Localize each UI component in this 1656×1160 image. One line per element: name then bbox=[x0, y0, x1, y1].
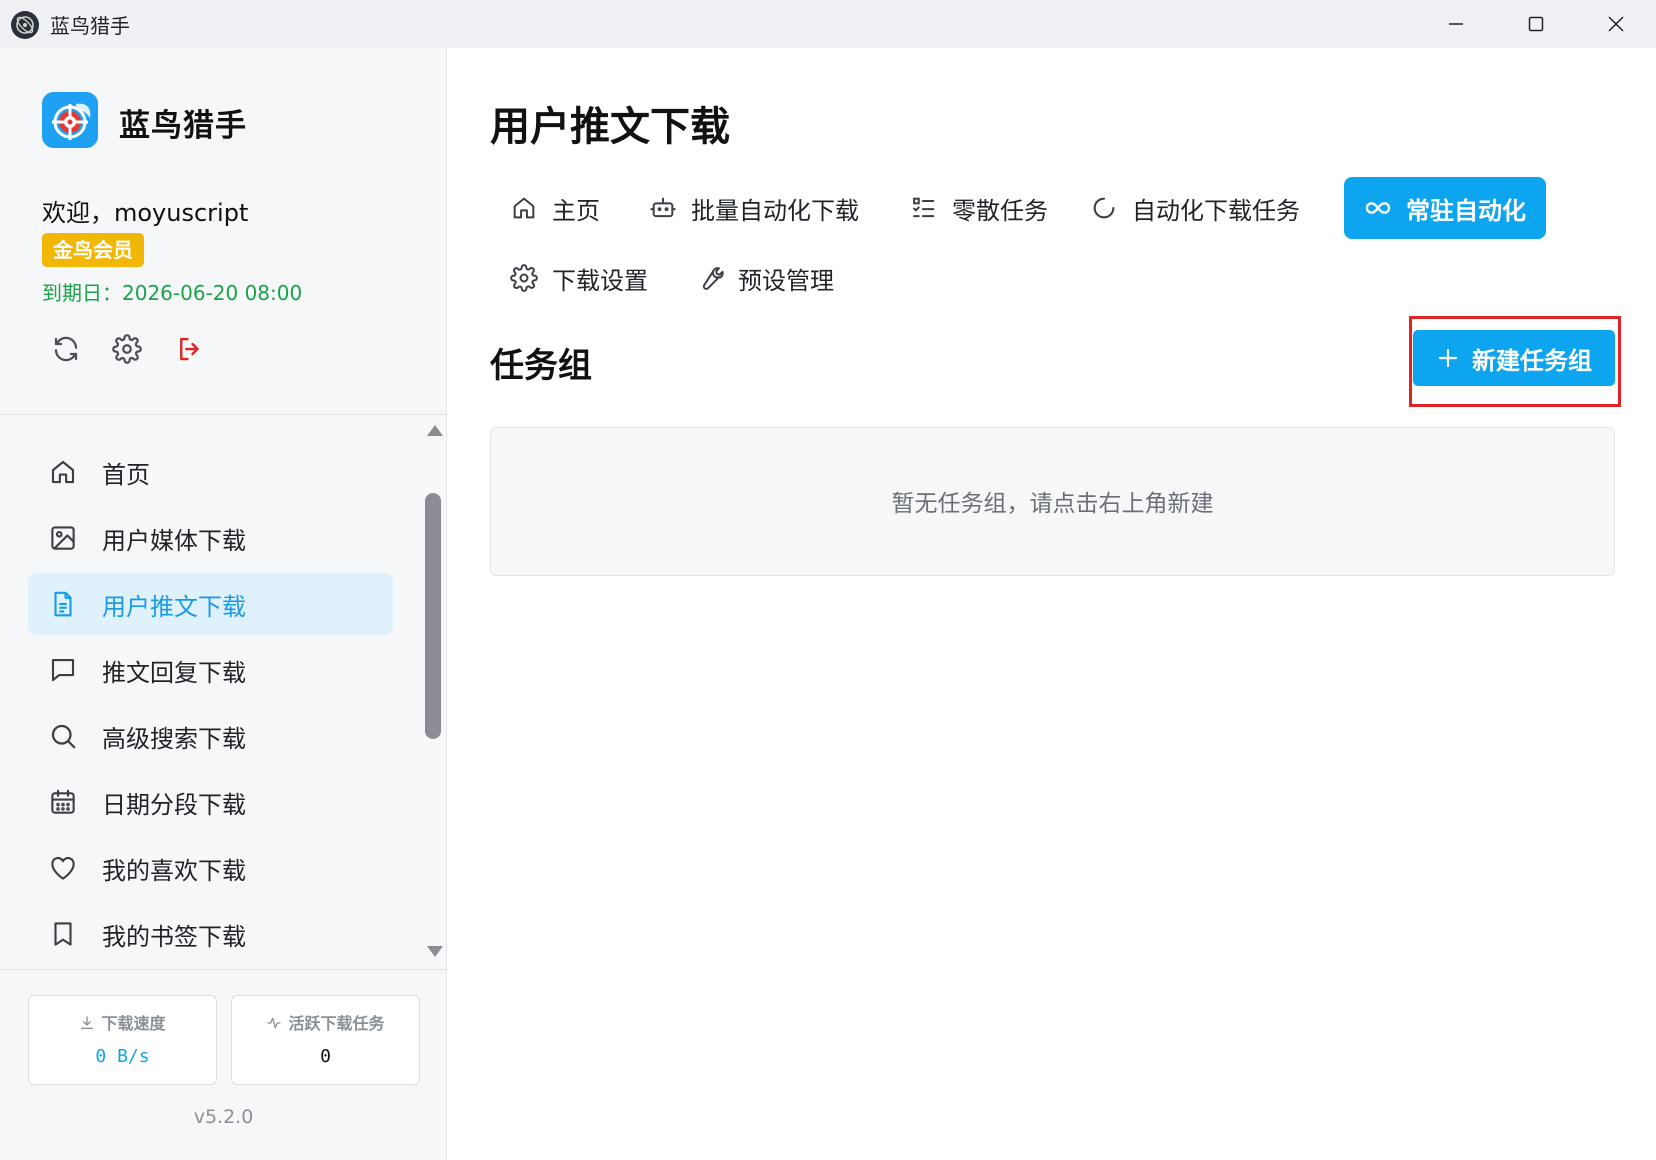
infinity-icon bbox=[1365, 202, 1391, 214]
loading-circle-icon bbox=[1093, 197, 1115, 219]
tab-auto-download-tasks[interactable]: 自动化下载任务 bbox=[1070, 177, 1320, 239]
tab-misc-tasks[interactable]: 零散任务 bbox=[890, 177, 1068, 239]
heart-icon bbox=[48, 853, 78, 883]
active-tasks-card: 活跃下载任务 0 bbox=[231, 995, 420, 1085]
scroll-up-arrow-icon[interactable] bbox=[427, 425, 443, 436]
search-icon bbox=[48, 721, 78, 751]
home-icon bbox=[513, 197, 535, 219]
section-title: 任务组 bbox=[490, 346, 592, 386]
settings-button[interactable] bbox=[112, 334, 142, 364]
brand-name: 蓝鸟猎手 bbox=[119, 108, 247, 144]
scroll-down-arrow-icon[interactable] bbox=[427, 946, 443, 957]
tab-persistent-automation[interactable]: 常驻自动化 bbox=[1344, 177, 1546, 239]
page-title: 用户推文下载 bbox=[490, 104, 730, 150]
empty-state-text: 暂无任务组，请点击右上角新建 bbox=[891, 491, 1214, 517]
gear-icon bbox=[112, 334, 142, 364]
download-speed-title: 下载速度 bbox=[29, 1010, 216, 1034]
calendar-icon bbox=[48, 787, 78, 817]
sidebar-item-home[interactable]: 首页 bbox=[28, 441, 393, 503]
bookmark-icon bbox=[48, 919, 78, 949]
sidebar-item-label: 高级搜索下载 bbox=[102, 725, 246, 753]
sidebar-item-label: 首页 bbox=[102, 461, 150, 489]
plus-icon bbox=[1438, 348, 1458, 368]
expire-date: 到期日：2026-06-20 08:00 bbox=[42, 281, 303, 305]
sidebar-item-user-media[interactable]: 用户媒体下载 bbox=[28, 507, 393, 569]
sidebar-item-label: 我的书签下载 bbox=[102, 923, 246, 951]
sidebar-item-label: 我的喜欢下载 bbox=[102, 857, 246, 885]
app-icon bbox=[11, 11, 39, 39]
sidebar-item-replies[interactable]: 推文回复下载 bbox=[28, 639, 393, 701]
new-task-group-button[interactable]: 新建任务组 bbox=[1413, 330, 1615, 386]
download-speed-card: 下载速度 0 B/s bbox=[28, 995, 217, 1085]
wrench-icon bbox=[702, 267, 724, 290]
close-button[interactable] bbox=[1576, 0, 1656, 48]
sidebar-item-label: 用户媒体下载 bbox=[102, 527, 246, 555]
refresh-icon bbox=[54, 336, 78, 362]
sidebar-item-user-tweets[interactable]: 用户推文下载 bbox=[28, 573, 393, 635]
robot-icon bbox=[650, 197, 676, 218]
app-logo bbox=[42, 92, 98, 148]
tab-batch-auto-download[interactable]: 批量自动化下载 bbox=[629, 177, 879, 239]
minimize-icon bbox=[1449, 23, 1463, 25]
logout-icon bbox=[180, 337, 199, 361]
active-tasks-title: 活跃下载任务 bbox=[232, 1010, 419, 1034]
refresh-button[interactable] bbox=[51, 334, 81, 364]
sidebar-item-label: 日期分段下载 bbox=[102, 791, 246, 819]
tab-preset-management[interactable]: 预设管理 bbox=[676, 247, 854, 309]
sidebar-scrollbar[interactable] bbox=[420, 415, 447, 970]
image-icon bbox=[48, 523, 78, 553]
activity-icon bbox=[267, 1017, 282, 1029]
maximize-button[interactable] bbox=[1496, 0, 1576, 48]
version-label: v5.2.0 bbox=[193, 1106, 254, 1128]
sidebar-item-date-range[interactable]: 日期分段下载 bbox=[28, 771, 393, 833]
sidebar-item-label: 推文回复下载 bbox=[102, 659, 246, 687]
tab-download-settings[interactable]: 下载设置 bbox=[490, 247, 668, 309]
close-icon bbox=[1608, 16, 1624, 32]
maximize-icon bbox=[1528, 16, 1544, 32]
minimize-button[interactable] bbox=[1416, 0, 1496, 48]
logout-button[interactable] bbox=[175, 334, 205, 364]
document-icon bbox=[48, 589, 78, 619]
download-icon bbox=[81, 1016, 94, 1029]
sidebar: 蓝鸟猎手 欢迎，moyuscript 金鸟会员 到期日：2026-06-20 0… bbox=[0, 48, 447, 1160]
sidebar-nav: 首页 用户媒体下载 用户推文下载 推文回复下载 高级搜索下载 日期分段下载 我的… bbox=[0, 415, 420, 970]
list-check-icon bbox=[913, 197, 935, 218]
membership-badge: 金鸟会员 bbox=[42, 233, 144, 267]
divider bbox=[0, 969, 447, 970]
sidebar-item-advanced-search[interactable]: 高级搜索下载 bbox=[28, 705, 393, 767]
home-icon bbox=[48, 457, 78, 487]
gear-icon bbox=[510, 264, 538, 292]
sidebar-item-likes[interactable]: 我的喜欢下载 bbox=[28, 837, 393, 899]
chat-bubble-icon bbox=[48, 655, 78, 685]
empty-state: 暂无任务组，请点击右上角新建 bbox=[490, 427, 1615, 576]
active-tasks-value: 0 bbox=[320, 1046, 331, 1067]
scroll-thumb[interactable] bbox=[425, 493, 441, 739]
sidebar-item-bookmarks[interactable]: 我的书签下载 bbox=[28, 903, 393, 965]
window-title: 蓝鸟猎手 bbox=[50, 14, 130, 38]
tab-home[interactable]: 主页 bbox=[490, 177, 620, 239]
title-bar: 蓝鸟猎手 bbox=[0, 0, 1656, 48]
download-speed-value: 0 B/s bbox=[95, 1046, 150, 1067]
welcome-text: 欢迎，moyuscript bbox=[42, 199, 249, 227]
main-content: 用户推文下载 主页 批量自动化下载 零散任务 自动化下载任务 常驻自动化 下载设… bbox=[447, 48, 1656, 1160]
sidebar-item-label: 用户推文下载 bbox=[102, 593, 246, 621]
